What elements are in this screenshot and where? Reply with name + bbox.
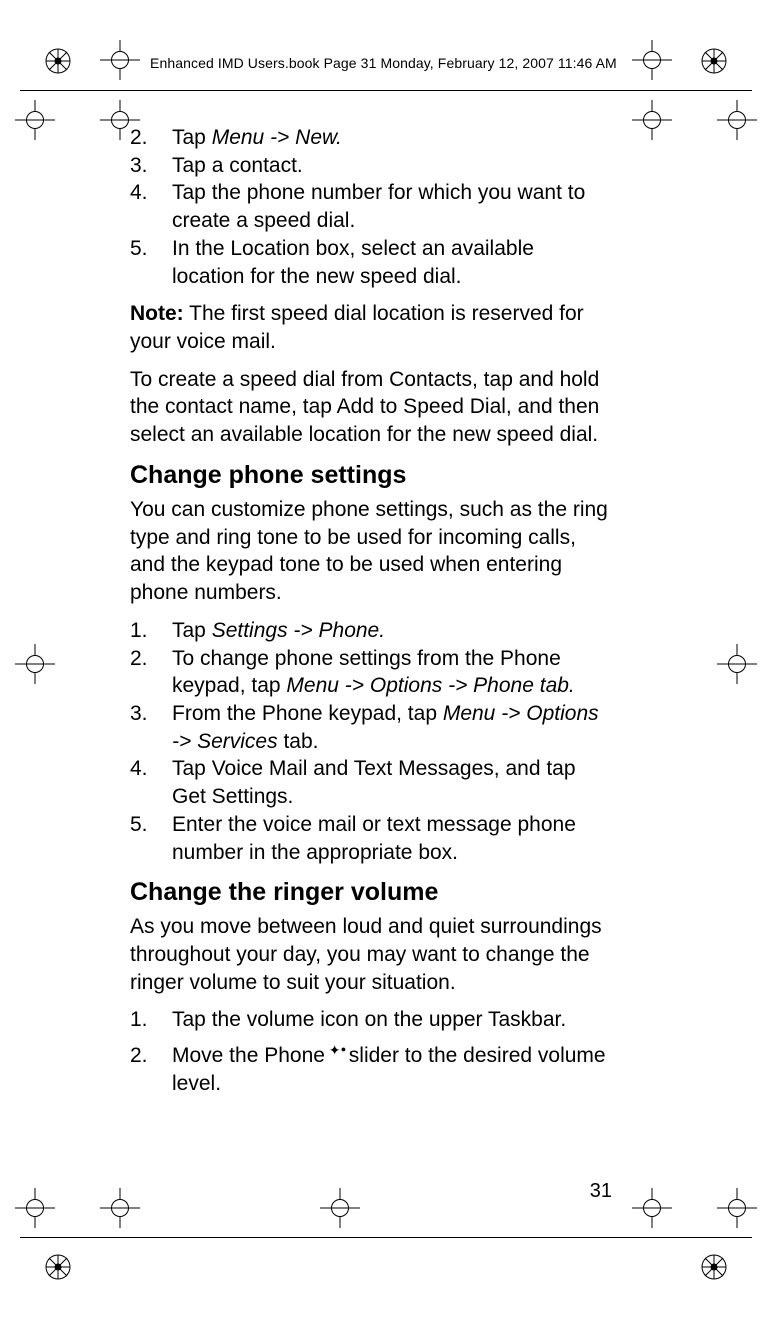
list-item: 2. To change phone settings from the Pho…: [130, 645, 610, 700]
list-c: 1. Tap the volume icon on the upper Task…: [130, 1006, 610, 1097]
paragraph: You can customize phone settings, such a…: [130, 496, 610, 607]
page-body: 2. Tap Menu -> New. 3. Tap a contact. 4.…: [130, 124, 610, 1108]
crop-cross: [15, 1188, 55, 1228]
paragraph: As you move between loud and quiet surro…: [130, 913, 610, 996]
list-text: Tap the volume icon on the upper Taskbar…: [172, 1006, 610, 1034]
list-text: Tap Menu -> New.: [172, 124, 610, 152]
list-item: 2. Move the Phone slider to the desired …: [130, 1042, 610, 1097]
list-num: 4.: [130, 179, 172, 234]
note-label: Note:: [130, 302, 184, 325]
bottom-rule: [20, 1237, 752, 1238]
list-text: Tap a contact.: [172, 152, 610, 180]
list-text: Tap Voice Mail and Text Messages, and ta…: [172, 755, 610, 810]
list-num: 2.: [130, 1042, 172, 1097]
list-num: 2.: [130, 645, 172, 700]
crop-cross: [632, 1188, 672, 1228]
list-text: Enter the voice mail or text message pho…: [172, 811, 610, 866]
note-block: Note: The first speed dial location is r…: [130, 300, 610, 355]
reg-mark-tr: [701, 48, 727, 74]
list-text: From the Phone keypad, tap Menu -> Optio…: [172, 700, 610, 755]
list-num: 5.: [130, 235, 172, 290]
crop-cross: [15, 644, 55, 684]
top-rule: [20, 90, 752, 91]
crop-cross: [100, 40, 140, 80]
reg-mark-br: [701, 1254, 727, 1280]
paragraph: To create a speed dial from Contacts, ta…: [130, 366, 610, 449]
list-num: 2.: [130, 124, 172, 152]
heading-change-ringer-volume: Change the ringer volume: [130, 876, 610, 909]
crop-cross: [632, 100, 672, 140]
crop-cross: [717, 100, 757, 140]
list-item: 1. Tap Settings -> Phone.: [130, 617, 610, 645]
list-num: 1.: [130, 1006, 172, 1034]
list-text: Tap Settings -> Phone.: [172, 617, 610, 645]
crop-cross: [632, 40, 672, 80]
reg-mark-tl: [45, 48, 71, 74]
list-item: 4. Tap the phone number for which you wa…: [130, 179, 610, 234]
list-item: 2. Tap Menu -> New.: [130, 124, 610, 152]
crop-cross: [100, 1188, 140, 1228]
reg-mark-bl: [45, 1254, 71, 1280]
crop-cross: [717, 1188, 757, 1228]
list-text: To change phone settings from the Phone …: [172, 645, 610, 700]
heading-change-phone-settings: Change phone settings: [130, 459, 610, 492]
page-number: 31: [590, 1180, 612, 1203]
list-item: 5. In the Location box, select an availa…: [130, 235, 610, 290]
list-item: 4. Tap Voice Mail and Text Messages, and…: [130, 755, 610, 810]
list-text: Move the Phone slider to the desired vol…: [172, 1042, 610, 1097]
crop-cross: [320, 1188, 360, 1228]
list-item: 1. Tap the volume icon on the upper Task…: [130, 1006, 610, 1034]
list-num: 3.: [130, 152, 172, 180]
list-a: 2. Tap Menu -> New. 3. Tap a contact. 4.…: [130, 124, 610, 290]
list-item: 5. Enter the voice mail or text message …: [130, 811, 610, 866]
list-num: 4.: [130, 755, 172, 810]
crop-cross: [717, 644, 757, 684]
list-item: 3. Tap a contact.: [130, 152, 610, 180]
crop-cross: [15, 100, 55, 140]
list-num: 5.: [130, 811, 172, 866]
list-text: Tap the phone number for which you want …: [172, 179, 610, 234]
header-text: Enhanced IMD Users.book Page 31 Monday, …: [150, 55, 617, 71]
list-item: 3. From the Phone keypad, tap Menu -> Op…: [130, 700, 610, 755]
list-b: 1. Tap Settings -> Phone. 2. To change p…: [130, 617, 610, 866]
list-text: In the Location box, select an available…: [172, 235, 610, 290]
phone-volume-icon: [331, 1045, 349, 1063]
list-num: 3.: [130, 700, 172, 755]
note-text: The first speed dial location is reserve…: [130, 302, 584, 353]
list-num: 1.: [130, 617, 172, 645]
